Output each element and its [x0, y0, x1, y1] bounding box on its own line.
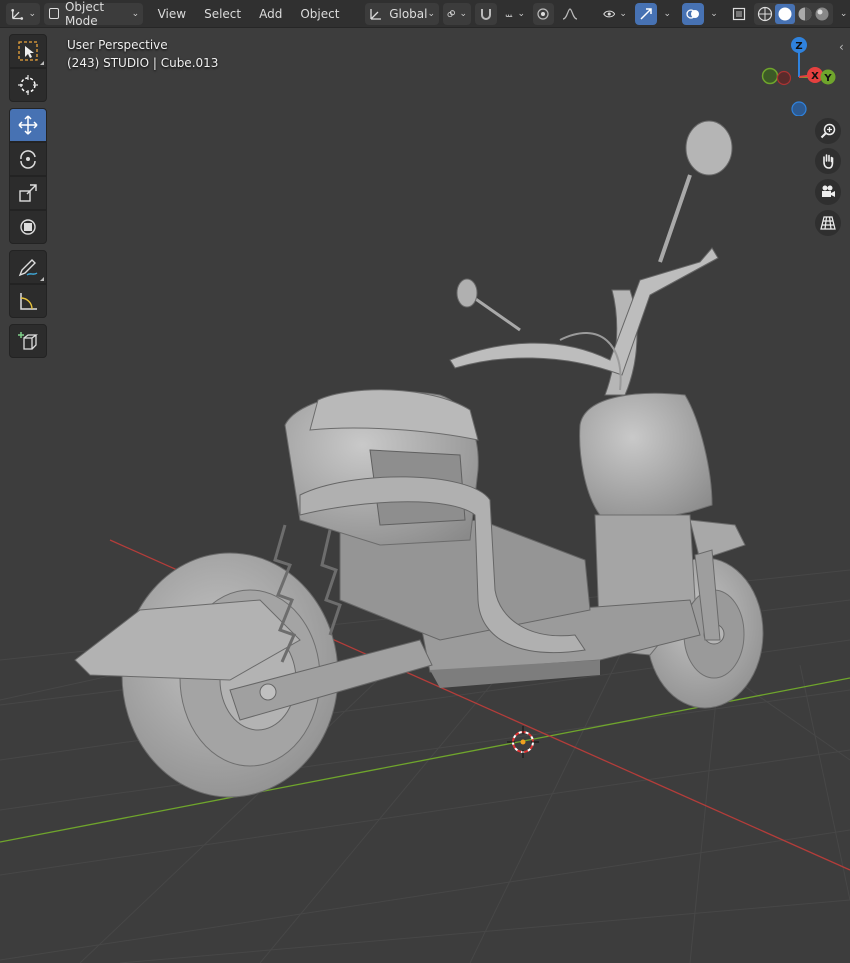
gizmo-neg-x-axis[interactable] — [776, 70, 792, 86]
chevron-down-icon: ⌄ — [131, 8, 140, 19]
snap-increment-icon — [505, 14, 513, 17]
move-icon — [18, 115, 38, 135]
grid-perspective-icon — [820, 216, 836, 230]
rotate-icon — [20, 150, 36, 169]
rendered-shading-icon[interactable] — [814, 6, 830, 22]
axes-icon — [11, 8, 24, 20]
gizmo-dropdown[interactable]: ⌄ — [661, 3, 674, 25]
tool-measure[interactable] — [9, 284, 47, 318]
wireframe-shading-icon[interactable] — [757, 6, 773, 22]
snap-target-dropdown[interactable]: ⌄ — [501, 3, 529, 25]
magnet-icon — [481, 8, 492, 20]
tool-rotate[interactable] — [9, 142, 47, 176]
chevron-down-icon: ⌄ — [619, 8, 627, 19]
menu-object[interactable]: Object — [291, 3, 348, 25]
menu-select[interactable]: Select — [195, 3, 250, 25]
viewport-info: User Perspective (243) STUDIO | Cube.013 — [67, 36, 218, 72]
mode-label: Object Mode — [64, 0, 105, 28]
pivot-point-dropdown[interactable]: ⌄ — [443, 2, 472, 25]
scooter-model[interactable] — [74, 120, 764, 798]
orientation-dropdown[interactable]: Global ⌄ — [365, 2, 440, 25]
orientation-label: Global — [389, 6, 428, 21]
camera-icon — [822, 185, 835, 197]
chevron-down-icon: ⌄ — [517, 8, 526, 19]
chevron-down-icon: ⌄ — [427, 8, 436, 19]
view-name: User Perspective — [67, 38, 168, 52]
gizmo-x-label: X — [811, 71, 819, 82]
add-cube-icon — [18, 332, 38, 350]
gizmo-y-label: Y — [823, 73, 832, 84]
tool-annotate[interactable] — [9, 250, 47, 284]
chevron-down-icon: ⌄ — [28, 8, 36, 19]
falloff-curve-icon — [562, 7, 578, 20]
zoom-button[interactable] — [815, 118, 841, 144]
xray-toggle[interactable] — [728, 3, 750, 25]
proportional-edit-icon — [537, 7, 550, 20]
chevron-down-icon: ⌄ — [663, 8, 672, 19]
overlays-icon — [686, 8, 699, 19]
proportional-editing-toggle[interactable] — [533, 2, 554, 25]
3d-viewport[interactable] — [0, 28, 850, 963]
visibility-dropdown[interactable]: ⌄ — [599, 3, 631, 25]
measure-icon — [20, 293, 37, 310]
chevron-down-icon: ⌄ — [710, 8, 718, 19]
gizmo-neg-z-axis[interactable] — [791, 101, 807, 116]
scale-icon — [19, 184, 37, 202]
object-info: (243) STUDIO | Cube.013 — [67, 56, 219, 70]
chevron-down-icon: ⌄ — [459, 8, 468, 19]
orientation-icon — [370, 8, 382, 20]
collapse-sidebar-icon[interactable]: ‹ — [839, 40, 844, 54]
tool-shelf — [9, 34, 49, 358]
3d-cursor[interactable] — [507, 726, 539, 758]
falloff-dropdown[interactable] — [558, 3, 582, 25]
tool-transform[interactable] — [9, 210, 47, 244]
tool-scale[interactable] — [9, 176, 47, 210]
editor-type-button[interactable]: ⌄ — [6, 2, 40, 25]
solid-shading-button[interactable] — [775, 3, 796, 24]
object-mode-icon — [49, 8, 59, 19]
eye-icon — [603, 10, 616, 17]
select-box-icon — [18, 41, 38, 61]
overlays-dropdown[interactable]: ⌄ — [708, 3, 721, 25]
navigation-gizmo[interactable]: Z X Y — [760, 36, 840, 116]
menu-view[interactable]: View — [149, 3, 195, 25]
perspective-toggle-button[interactable] — [815, 210, 841, 236]
viewport-header: ⌄ Object Mode ⌄ View Select Add Object G… — [0, 0, 850, 28]
transform-icon — [20, 219, 36, 235]
cursor-icon — [18, 75, 38, 95]
hand-icon — [823, 154, 834, 169]
shading-dropdown[interactable]: ⌄ — [837, 3, 850, 25]
solid-shading-icon — [778, 7, 792, 20]
tool-move[interactable] — [9, 108, 47, 142]
zoom-icon — [820, 123, 836, 139]
gizmo-toggle[interactable] — [634, 2, 657, 25]
tool-select-box[interactable] — [9, 34, 47, 68]
material-shading-icon[interactable] — [797, 6, 813, 22]
mode-dropdown[interactable]: Object Mode ⌄ — [44, 0, 144, 28]
camera-view-button[interactable] — [815, 179, 841, 205]
chevron-down-icon: ⌄ — [839, 8, 848, 19]
snap-toggle[interactable] — [475, 2, 498, 25]
overlays-toggle[interactable] — [681, 2, 704, 25]
gizmo-neg-y-axis[interactable] — [761, 67, 779, 85]
gizmo-z-label: Z — [795, 41, 802, 52]
pan-button[interactable] — [815, 148, 841, 174]
xray-icon — [733, 7, 746, 20]
link-icon — [447, 9, 455, 17]
annotate-icon — [18, 259, 38, 277]
shading-mode-group — [754, 2, 834, 25]
menu-add[interactable]: Add — [250, 3, 291, 25]
tool-add-cube[interactable] — [9, 324, 47, 358]
tool-cursor[interactable] — [9, 68, 47, 102]
gizmo-icon — [640, 7, 652, 20]
